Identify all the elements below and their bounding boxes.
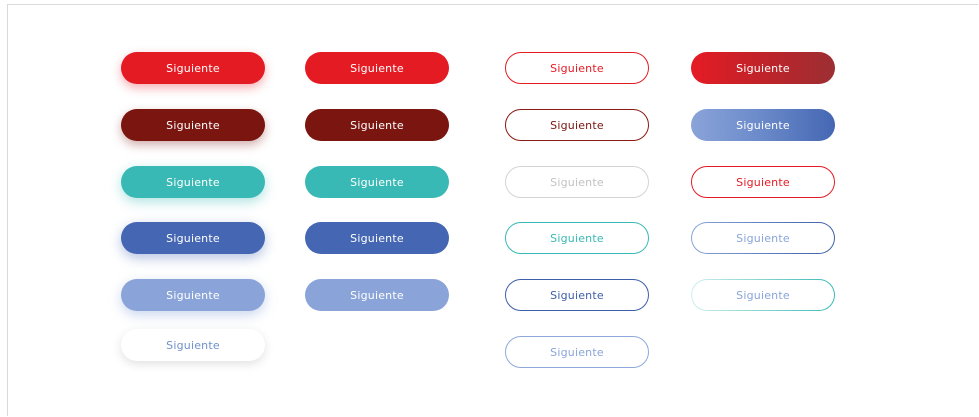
button-label: Siguiente — [550, 288, 604, 302]
button-label: Siguiente — [350, 118, 404, 132]
siguiente-button-maroon-glow[interactable]: Siguiente — [121, 109, 265, 141]
button-label: Siguiente — [350, 288, 404, 302]
siguiente-button-red[interactable]: Siguiente — [305, 52, 449, 84]
button-label: Siguiente — [550, 345, 604, 359]
siguiente-button-grey-outline[interactable]: Siguiente — [505, 166, 649, 198]
siguiente-button-red-outline[interactable]: Siguiente — [505, 52, 649, 84]
siguiente-button-maroon-outline[interactable]: Siguiente — [505, 109, 649, 141]
button-label: Siguiente — [736, 118, 790, 132]
button-label: Siguiente — [736, 288, 790, 302]
siguiente-button-blue-gradient-outline[interactable]: Siguiente — [691, 222, 835, 254]
button-label: Siguiente — [550, 118, 604, 132]
button-label: Siguiente — [166, 118, 220, 132]
siguiente-button-blue[interactable]: Siguiente — [305, 222, 449, 254]
siguiente-button-lightblue-glow[interactable]: Siguiente — [121, 279, 265, 311]
siguiente-button-blue-glow[interactable]: Siguiente — [121, 222, 265, 254]
siguiente-button-blue-outline[interactable]: Siguiente — [505, 279, 649, 311]
siguiente-button-red-gradient[interactable]: Siguiente — [691, 52, 835, 84]
button-label: Siguiente — [350, 231, 404, 245]
siguiente-button-teal[interactable]: Siguiente — [305, 166, 449, 198]
button-label: Siguiente — [166, 231, 220, 245]
siguiente-button-maroon[interactable]: Siguiente — [305, 109, 449, 141]
siguiente-button-red-glow[interactable]: Siguiente — [121, 52, 265, 84]
button-label: Siguiente — [350, 175, 404, 189]
siguiente-button-blue-gradient[interactable]: Siguiente — [691, 109, 835, 141]
siguiente-button-teal-outline[interactable]: Siguiente — [505, 222, 649, 254]
siguiente-button-teal-gradient-outline[interactable]: Siguiente — [691, 279, 835, 311]
button-label: Siguiente — [550, 231, 604, 245]
siguiente-button-white-shadow[interactable]: Siguiente — [121, 329, 265, 361]
siguiente-button-teal-glow[interactable]: Siguiente — [121, 166, 265, 198]
siguiente-button-lightblue-outline[interactable]: Siguiente — [505, 336, 649, 368]
button-label: Siguiente — [550, 61, 604, 75]
button-label: Siguiente — [736, 61, 790, 75]
button-label: Siguiente — [550, 175, 604, 189]
button-label: Siguiente — [166, 175, 220, 189]
button-label: Siguiente — [736, 175, 790, 189]
siguiente-button-red-outline-alt[interactable]: Siguiente — [691, 166, 835, 198]
button-label: Siguiente — [166, 61, 220, 75]
button-label: Siguiente — [166, 288, 220, 302]
button-label: Siguiente — [166, 338, 220, 352]
siguiente-button-lightblue[interactable]: Siguiente — [305, 279, 449, 311]
button-label: Siguiente — [350, 61, 404, 75]
button-label: Siguiente — [736, 231, 790, 245]
